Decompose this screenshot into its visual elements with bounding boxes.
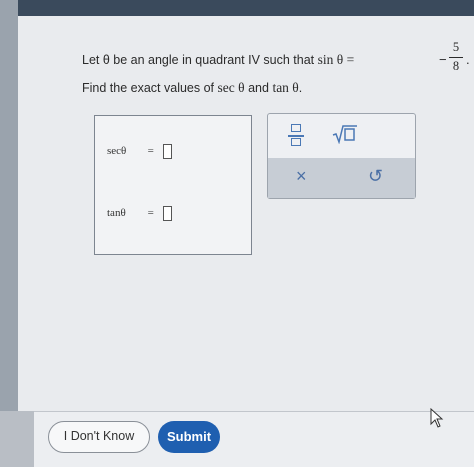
sec-label: secθ	[107, 145, 127, 158]
sec-answer-input[interactable]	[162, 144, 172, 159]
tan-term: tan θ	[272, 80, 299, 95]
keypad-top	[268, 114, 415, 158]
answer-box: secθ = tanθ =	[94, 115, 252, 255]
top-bar	[18, 0, 474, 16]
fraction-denominator: 8	[452, 59, 460, 73]
minus-sign: −	[439, 52, 447, 67]
tan-answer-input[interactable]	[162, 206, 172, 221]
instruction-period: .	[298, 81, 303, 95]
instruction-text: Find the exact values of	[82, 81, 215, 95]
tan-answer-row: tanθ =	[107, 206, 172, 221]
tan-equals: =	[147, 207, 154, 220]
undo-icon[interactable]: ↺	[368, 166, 383, 187]
submit-button[interactable]: Submit	[158, 421, 220, 453]
question-line-2: Find the exact values of sec θ and tan θ…	[82, 80, 302, 96]
clear-icon[interactable]: ×	[296, 166, 307, 187]
and-word: and	[248, 81, 269, 95]
fraction-numerator: 5	[452, 40, 460, 54]
window-left-edge	[0, 0, 18, 467]
tan-label: tanθ	[107, 207, 126, 220]
square-root-icon[interactable]	[332, 124, 358, 144]
question-period: .	[466, 52, 470, 67]
fraction-value: 5 8	[449, 40, 463, 75]
sec-answer-row: secθ =	[107, 144, 172, 159]
math-keypad: × ↺	[267, 113, 416, 199]
dont-know-button[interactable]: I Don't Know	[48, 421, 150, 453]
question-line-1: Let θ be an angle in quadrant IV such th…	[82, 52, 354, 68]
mouse-cursor-icon	[430, 407, 444, 433]
fraction-icon[interactable]	[288, 124, 304, 148]
sin-expression: sin θ =	[317, 52, 355, 67]
fraction-bar	[449, 57, 463, 58]
bottom-left-strip	[0, 411, 34, 467]
question-prefix: Let θ be an angle in quadrant IV such th…	[82, 53, 315, 67]
sec-equals: =	[147, 145, 154, 158]
sec-term: sec θ	[217, 80, 245, 95]
keypad-bottom	[268, 158, 415, 198]
